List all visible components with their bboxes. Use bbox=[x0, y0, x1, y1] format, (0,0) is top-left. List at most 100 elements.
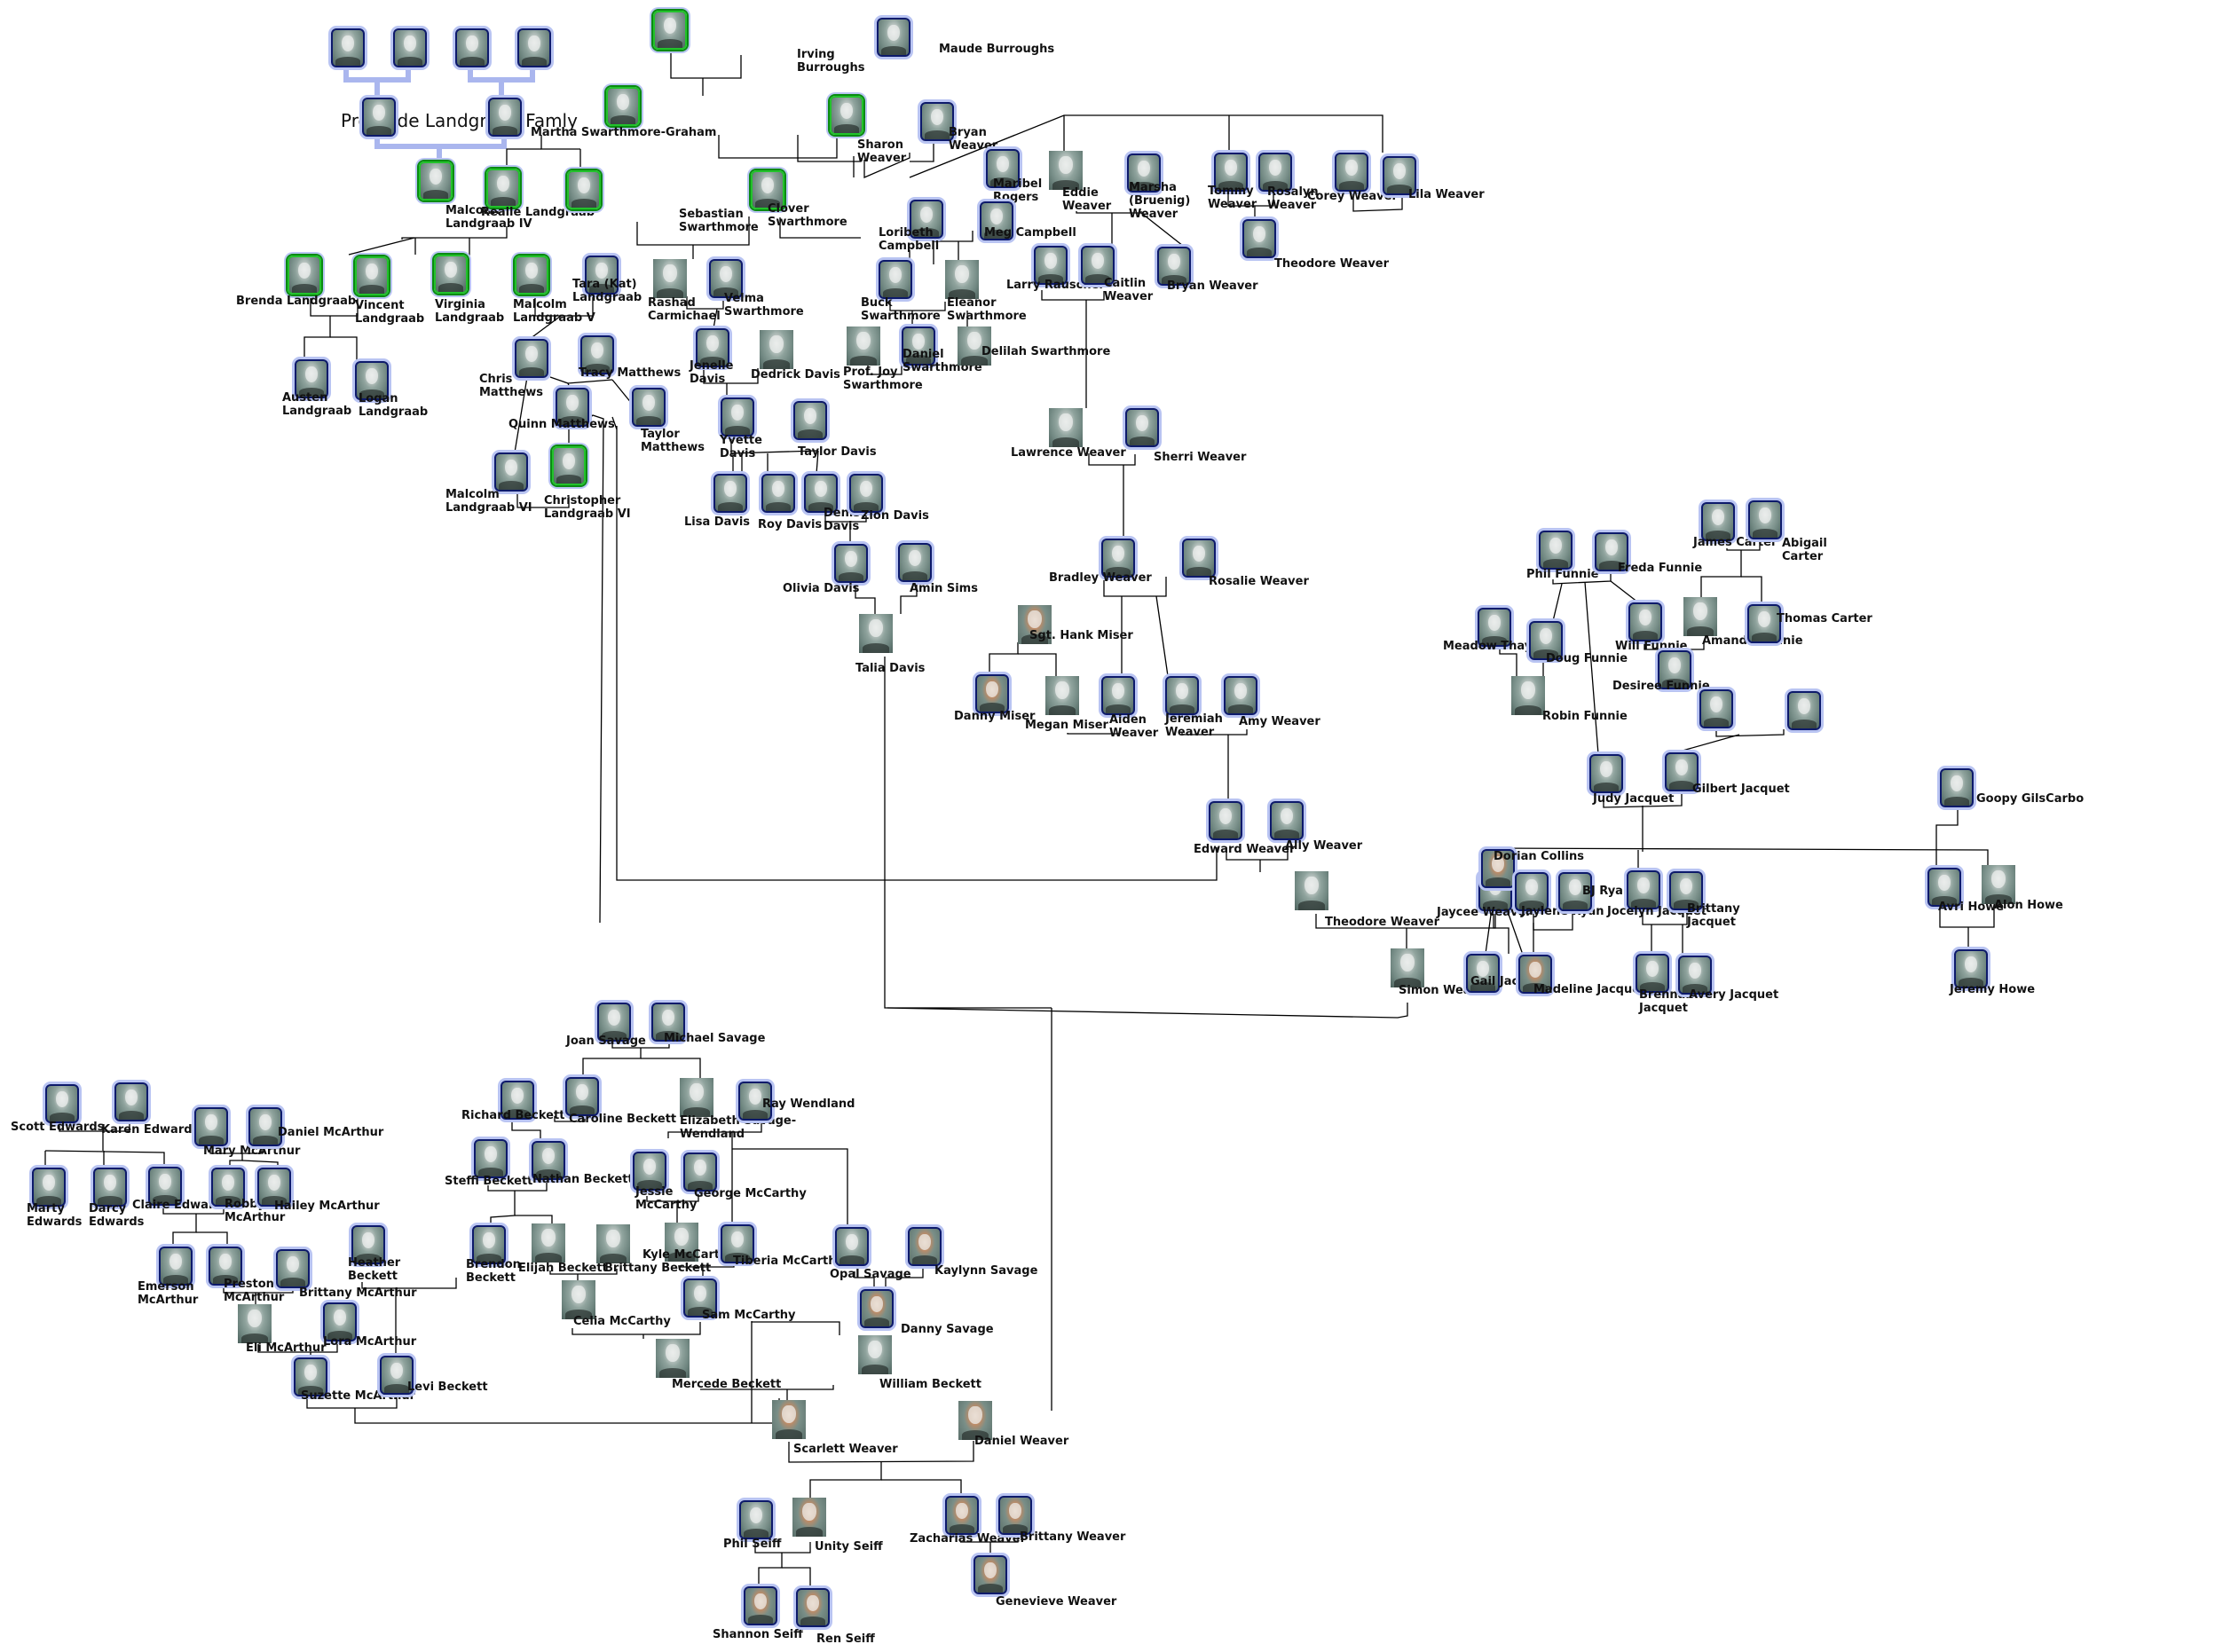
portrait[interactable] bbox=[1391, 948, 1424, 987]
portrait[interactable] bbox=[632, 388, 666, 427]
portrait[interactable] bbox=[596, 1224, 630, 1263]
portrait[interactable] bbox=[908, 1227, 942, 1266]
portrait[interactable] bbox=[860, 1289, 894, 1328]
portrait[interactable] bbox=[877, 18, 910, 57]
portrait[interactable] bbox=[739, 1500, 773, 1539]
portrait[interactable] bbox=[721, 397, 754, 437]
portrait[interactable] bbox=[879, 260, 912, 299]
portrait[interactable] bbox=[973, 1555, 1007, 1594]
portrait[interactable] bbox=[1295, 871, 1328, 910]
portrait[interactable] bbox=[792, 1498, 826, 1537]
connector-line bbox=[1715, 729, 1785, 737]
shoulders-icon bbox=[1247, 248, 1272, 256]
portrait[interactable] bbox=[1940, 768, 1974, 807]
portrait[interactable] bbox=[517, 28, 551, 67]
portrait[interactable] bbox=[1242, 219, 1276, 258]
portrait[interactable] bbox=[760, 330, 793, 369]
shoulders-icon bbox=[881, 46, 906, 55]
portrait[interactable] bbox=[562, 1280, 595, 1319]
portrait[interactable] bbox=[744, 1586, 777, 1625]
portrait[interactable] bbox=[793, 401, 827, 440]
portrait[interactable] bbox=[653, 11, 687, 50]
portrait[interactable] bbox=[1511, 676, 1545, 715]
portrait[interactable] bbox=[1787, 691, 1821, 730]
portrait[interactable] bbox=[1628, 602, 1662, 641]
portrait[interactable] bbox=[975, 674, 1009, 713]
portrait[interactable] bbox=[419, 161, 453, 201]
portrait[interactable] bbox=[552, 446, 586, 485]
portrait[interactable] bbox=[362, 98, 396, 137]
person-name: Talia Davis bbox=[855, 662, 926, 675]
portrait[interactable] bbox=[858, 1335, 892, 1374]
portrait[interactable] bbox=[486, 169, 520, 208]
shoulders-icon bbox=[423, 190, 448, 199]
portrait[interactable] bbox=[45, 1084, 79, 1123]
portrait[interactable] bbox=[1224, 676, 1257, 715]
portrait[interactable] bbox=[474, 1139, 508, 1178]
portrait[interactable] bbox=[683, 1152, 717, 1192]
portrait[interactable] bbox=[114, 1082, 148, 1121]
portrait[interactable] bbox=[1683, 597, 1717, 636]
portrait[interactable] bbox=[1101, 676, 1135, 715]
portrait[interactable] bbox=[761, 474, 795, 513]
portrait[interactable] bbox=[1627, 870, 1660, 909]
portrait[interactable] bbox=[1125, 408, 1159, 447]
portrait[interactable] bbox=[515, 256, 548, 295]
portrait[interactable] bbox=[796, 1588, 830, 1627]
portrait[interactable] bbox=[434, 255, 468, 294]
portrait[interactable] bbox=[849, 474, 883, 513]
portrait[interactable] bbox=[1209, 801, 1242, 840]
person-name: Karen Edwards bbox=[101, 1123, 200, 1137]
portrait[interactable] bbox=[772, 1400, 806, 1439]
portrait[interactable] bbox=[288, 256, 321, 295]
portrait[interactable] bbox=[488, 98, 522, 137]
portrait[interactable] bbox=[276, 1249, 310, 1288]
portrait[interactable] bbox=[859, 614, 893, 653]
portrait[interactable] bbox=[998, 1496, 1032, 1535]
portrait[interactable] bbox=[1539, 531, 1573, 570]
portrait[interactable] bbox=[606, 87, 640, 126]
portrait[interactable] bbox=[656, 1339, 690, 1378]
portrait[interactable] bbox=[653, 259, 687, 298]
portrait[interactable] bbox=[847, 326, 880, 366]
portrait[interactable] bbox=[1589, 754, 1623, 793]
portrait[interactable] bbox=[455, 28, 489, 67]
portrait[interactable] bbox=[494, 452, 528, 492]
portrait[interactable] bbox=[1270, 801, 1304, 840]
portrait[interactable] bbox=[713, 474, 747, 513]
face-icon bbox=[617, 93, 629, 110]
portrait[interactable] bbox=[835, 1227, 869, 1266]
shoulders-icon bbox=[384, 1384, 409, 1393]
portrait[interactable] bbox=[1165, 676, 1199, 715]
shoulders-icon bbox=[839, 1255, 864, 1264]
portrait[interactable] bbox=[93, 1168, 127, 1207]
portrait[interactable] bbox=[393, 28, 427, 67]
portrait[interactable] bbox=[1636, 954, 1669, 993]
portrait[interactable] bbox=[834, 544, 868, 583]
portrait[interactable] bbox=[680, 1078, 713, 1117]
portrait[interactable] bbox=[1335, 153, 1368, 192]
portrait[interactable] bbox=[331, 28, 365, 67]
portrait[interactable] bbox=[830, 96, 863, 135]
connector-line bbox=[1018, 653, 1057, 676]
portrait[interactable] bbox=[1045, 676, 1079, 715]
portrait[interactable] bbox=[194, 1107, 228, 1146]
portrait[interactable] bbox=[355, 256, 389, 295]
shoulders-icon bbox=[199, 1136, 224, 1145]
portrait[interactable] bbox=[1748, 500, 1782, 539]
portrait[interactable] bbox=[1699, 689, 1733, 728]
portrait[interactable] bbox=[1182, 539, 1216, 578]
portrait[interactable] bbox=[238, 1304, 272, 1343]
portrait[interactable] bbox=[32, 1168, 66, 1207]
face-icon bbox=[1938, 874, 1951, 891]
person-name: Sam McCarthy bbox=[702, 1309, 796, 1322]
face-icon bbox=[802, 1503, 816, 1522]
portrait[interactable] bbox=[1049, 151, 1083, 190]
portrait[interactable] bbox=[945, 1496, 979, 1535]
portrait[interactable] bbox=[1049, 408, 1083, 447]
portrait[interactable] bbox=[898, 543, 932, 582]
portrait[interactable] bbox=[532, 1223, 565, 1263]
portrait[interactable] bbox=[567, 170, 601, 209]
portrait[interactable] bbox=[565, 1077, 599, 1116]
portrait[interactable] bbox=[945, 260, 979, 299]
